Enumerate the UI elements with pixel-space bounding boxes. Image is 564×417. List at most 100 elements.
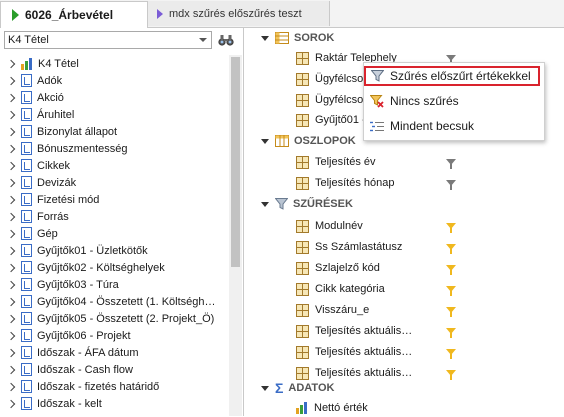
menu-item-collapse-all[interactable]: Mindent becsuk bbox=[364, 115, 544, 137]
filter-icon[interactable] bbox=[446, 265, 456, 275]
filter-field[interactable]: Teljesítés aktuális… bbox=[296, 322, 466, 340]
chevron-down-icon[interactable] bbox=[261, 385, 269, 391]
chevron-right-icon[interactable] bbox=[6, 331, 16, 340]
menu-item-no-filter[interactable]: Nincs szűrés bbox=[364, 90, 544, 112]
chevron-right-icon[interactable] bbox=[6, 365, 16, 374]
tree-scrollbar[interactable] bbox=[229, 55, 242, 416]
tree-item-label: K4 Tétel bbox=[38, 57, 79, 70]
chevron-right-icon[interactable] bbox=[6, 382, 16, 391]
chevron-down-icon[interactable] bbox=[261, 138, 269, 144]
chevron-down-icon[interactable] bbox=[261, 201, 269, 207]
chevron-right-icon[interactable] bbox=[6, 280, 16, 289]
tree-item[interactable]: Devizák bbox=[0, 174, 76, 191]
filter-icon[interactable] bbox=[446, 328, 456, 338]
cube-selector[interactable]: K4 Tétel bbox=[4, 31, 212, 49]
filter-icon[interactable] bbox=[446, 55, 456, 65]
tree-item[interactable]: Gyűjtők03 - Túra bbox=[0, 276, 119, 293]
chevron-right-icon[interactable] bbox=[6, 110, 16, 119]
tab-mdx-szures[interactable]: mdx szűrés előszűrés teszt bbox=[148, 1, 330, 26]
tree-item[interactable]: Akció bbox=[0, 89, 64, 106]
tree-item[interactable]: Időszak - Cash flow bbox=[0, 361, 133, 378]
tree-item[interactable]: Gyűjtők05 - Összetett (2. Projekt_Ö) bbox=[0, 310, 214, 327]
tree-item[interactable]: Áruhitel bbox=[0, 106, 74, 123]
chevron-right-icon[interactable] bbox=[6, 229, 16, 238]
filter-field[interactable]: Modulnév bbox=[296, 217, 466, 235]
dimension-icon bbox=[21, 312, 32, 325]
tree-item-label: Gép bbox=[37, 227, 58, 240]
field-label: Teljesítés aktuális… bbox=[315, 325, 413, 337]
tree-item[interactable]: Időszak - fizetés határidő bbox=[0, 378, 159, 395]
filter-field[interactable]: Visszáru_e bbox=[296, 301, 466, 319]
attribute-icon bbox=[296, 155, 309, 169]
tree-item[interactable]: Fizetési mód bbox=[0, 191, 99, 208]
tree-item[interactable]: Adók bbox=[0, 72, 62, 89]
section-rows-header[interactable]: SOROK bbox=[258, 29, 334, 47]
tree-item[interactable]: Gyűjtők06 - Projekt bbox=[0, 327, 131, 344]
chevron-right-icon[interactable] bbox=[6, 178, 16, 187]
filter-icon[interactable] bbox=[446, 223, 456, 233]
chevron-right-icon[interactable] bbox=[6, 212, 16, 221]
chevron-right-icon[interactable] bbox=[6, 59, 16, 68]
tree-item[interactable]: Időszak - kelt bbox=[0, 395, 102, 412]
filter-icon[interactable] bbox=[446, 180, 456, 190]
tree-item[interactable]: Gyűjtők02 - Költséghelyek bbox=[0, 259, 165, 276]
tree-item[interactable]: Időszak - ÁFA dátum bbox=[0, 344, 139, 361]
chevron-right-icon[interactable] bbox=[6, 93, 16, 102]
tree-item-label: Cikkek bbox=[37, 159, 71, 172]
tree-item[interactable]: Cikkek bbox=[0, 157, 70, 174]
measure-field[interactable]: Nettó érték bbox=[296, 399, 466, 417]
dimension-icon bbox=[21, 261, 32, 274]
chevron-right-icon[interactable] bbox=[6, 314, 16, 323]
chevron-right-icon[interactable] bbox=[6, 399, 16, 408]
filter-field[interactable]: Teljesítés aktuális… bbox=[296, 343, 466, 361]
chevron-right-icon[interactable] bbox=[6, 127, 16, 136]
filter-field[interactable]: Ss Számlastátusz bbox=[296, 238, 466, 256]
tree-item[interactable]: Gyűjtők04 - Összetett (1. Költségh… bbox=[0, 293, 216, 310]
chevron-right-icon[interactable] bbox=[6, 297, 16, 306]
section-filters-header[interactable]: SZŰRÉSEK bbox=[258, 195, 353, 213]
chevron-down-icon[interactable] bbox=[199, 38, 207, 42]
filter-field[interactable]: Szlajelző kód bbox=[296, 259, 466, 277]
filter-icon[interactable] bbox=[446, 244, 456, 254]
field-label: Visszáru_e bbox=[315, 304, 370, 316]
scrollbar-thumb[interactable] bbox=[231, 57, 240, 267]
chevron-right-icon[interactable] bbox=[6, 348, 16, 357]
funnel-icon bbox=[275, 198, 288, 210]
chevron-down-icon[interactable] bbox=[261, 35, 269, 41]
sigma-icon: Σ bbox=[275, 380, 284, 396]
menu-item-label: Nincs szűrés bbox=[390, 94, 459, 108]
tree-item[interactable]: Bizonylat állapot bbox=[0, 123, 117, 140]
binoculars-search-button[interactable] bbox=[216, 31, 236, 49]
chevron-right-icon[interactable] bbox=[6, 76, 16, 85]
tree-item[interactable]: Bónuszmentesség bbox=[0, 140, 128, 157]
filter-icon[interactable] bbox=[446, 370, 456, 380]
filter-icon[interactable] bbox=[446, 307, 456, 317]
tree-item-k4-tetel[interactable]: K4 Tétel bbox=[0, 55, 79, 72]
column-field[interactable]: Teljesítés év bbox=[296, 153, 466, 171]
dimension-icon bbox=[21, 363, 32, 376]
attribute-icon bbox=[296, 303, 309, 317]
dimension-icon bbox=[21, 176, 32, 189]
menu-item-filter-prefiltered[interactable]: Szűrés előszűrt értékekkel bbox=[364, 65, 544, 87]
chevron-right-icon[interactable] bbox=[6, 263, 16, 272]
tree-item[interactable]: Forrás bbox=[0, 208, 69, 225]
column-field[interactable]: Teljesítés hónap bbox=[296, 174, 466, 192]
tree-item[interactable]: Gyűjtők01 - Üzletkötők bbox=[0, 242, 148, 259]
section-data-header[interactable]: Σ ADATOK bbox=[258, 379, 334, 397]
chevron-right-icon[interactable] bbox=[6, 144, 16, 153]
field-label: Cikk kategória bbox=[315, 283, 385, 295]
chevron-right-icon[interactable] bbox=[6, 195, 16, 204]
filter-icon[interactable] bbox=[446, 159, 456, 169]
chevron-right-icon[interactable] bbox=[6, 246, 16, 255]
dimension-icon bbox=[21, 159, 32, 172]
section-columns-header[interactable]: OSZLOPOK bbox=[258, 132, 356, 150]
columns-grid-icon bbox=[275, 135, 289, 147]
field-label: Teljesítés aktuális… bbox=[315, 367, 413, 379]
tree-item[interactable]: Gép bbox=[0, 225, 58, 242]
tab-arbevetel[interactable]: 6026_Árbevétel bbox=[0, 1, 148, 28]
filter-icon[interactable] bbox=[446, 349, 456, 359]
tree-item-label: Gyűjtők02 - Költséghelyek bbox=[37, 261, 165, 274]
chevron-right-icon[interactable] bbox=[6, 161, 16, 170]
filter-icon[interactable] bbox=[446, 286, 456, 296]
filter-field[interactable]: Cikk kategória bbox=[296, 280, 466, 298]
